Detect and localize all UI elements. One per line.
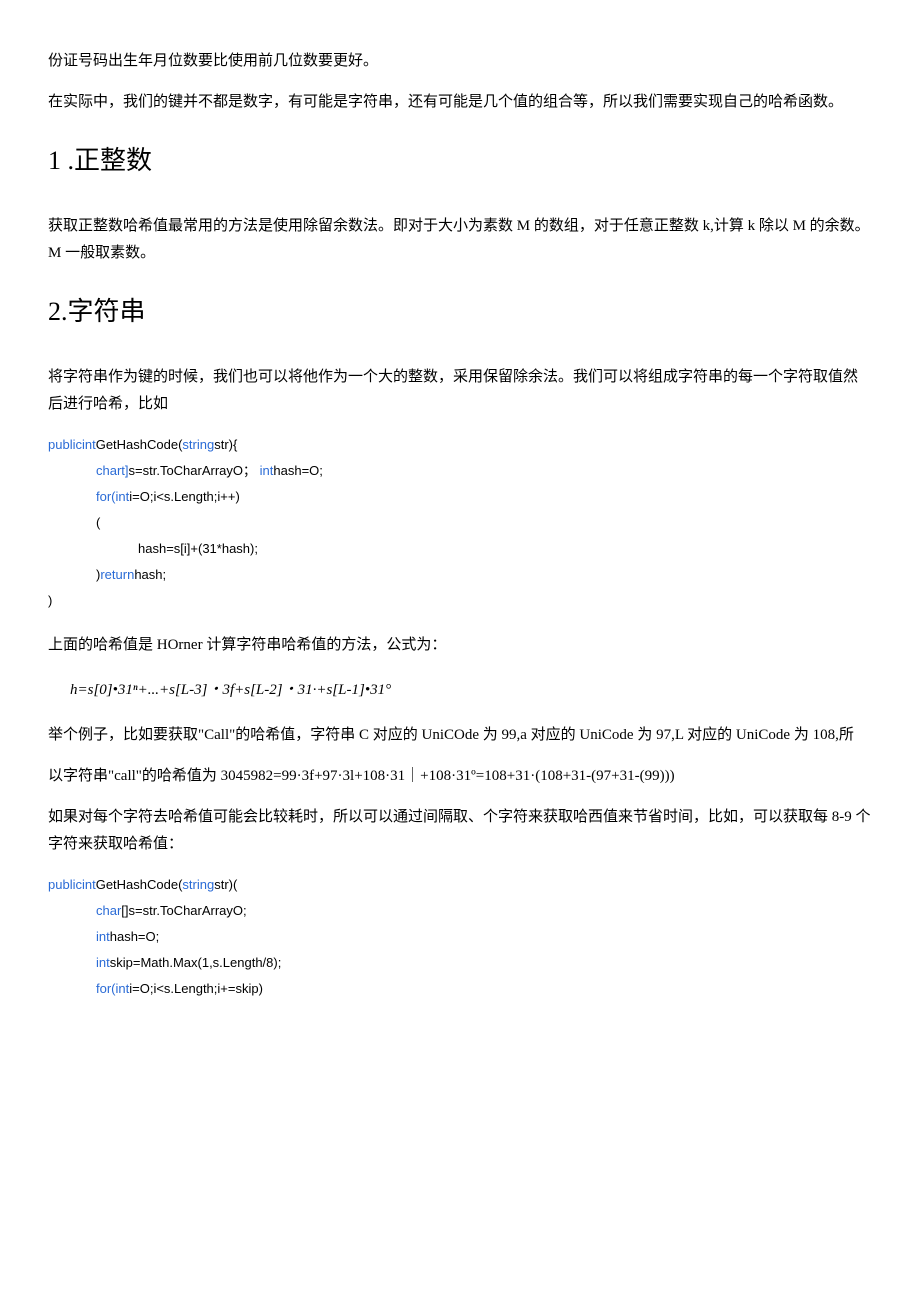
code-text: i=O;i<s.Length;i+=skip)	[129, 981, 263, 996]
formula-horner: h=s[0]•31ⁿ+...+s[L-3]・3f+s[L-2]・31·+s[L-…	[70, 677, 872, 704]
paragraph-horner: 上面的哈希值是 HOrner 计算字符串哈希值的方法，公式为：	[48, 632, 872, 659]
code-text: []s=str.ToCharArrayO;	[121, 903, 246, 918]
code-text: i=O;i<s.Length;i++)	[129, 489, 240, 504]
code-keyword: int	[260, 463, 274, 478]
code-block-1: publicintGetHashCode(stringstr){ chart]s…	[48, 432, 872, 614]
heading-section-1: 1 .正整数	[48, 138, 872, 185]
paragraph-example-2: 以字符串"call"的哈希值为 3045982=99·3f+97·3l+108·…	[48, 763, 872, 790]
paragraph-example-1: 举个例子，比如要获取"Call"的哈希值，字符串 C 对应的 UniCOde 为…	[48, 722, 872, 749]
code-keyword: chart]	[96, 463, 129, 478]
code-keyword: for(int	[96, 981, 129, 996]
code-keyword: publicint	[48, 877, 96, 892]
code-block-2: publicintGetHashCode(stringstr)( char[]s…	[48, 872, 872, 1002]
paragraph-intro-1: 份证号码出生年月位数要比使用前几位数要更好。	[48, 48, 872, 75]
code-text: GetHashCode(	[96, 877, 183, 892]
code-text: (	[96, 515, 100, 530]
code-keyword: int	[96, 955, 110, 970]
code-text: hash=O;	[273, 463, 323, 478]
code-keyword: string	[182, 437, 214, 452]
code-text: GetHashCode(	[96, 437, 183, 452]
paragraph-intro-2: 在实际中，我们的键并不都是数字，有可能是字符串，还有可能是几个值的组合等，所以我…	[48, 89, 872, 116]
code-keyword: return	[100, 567, 134, 582]
code-keyword: publicint	[48, 437, 96, 452]
paragraph-section-2-intro: 将字符串作为键的时候，我们也可以将他作为一个大的整数，采用保留除余法。我们可以将…	[48, 364, 872, 418]
code-text: str)(	[214, 877, 237, 892]
code-text: hash=s[i]+(31*hash);	[138, 541, 258, 556]
code-keyword: int	[96, 929, 110, 944]
code-keyword: string	[182, 877, 214, 892]
paragraph-skip-intro: 如果对每个字符去哈希值可能会比较耗时，所以可以通过间隔取、个字符来获取哈西值来节…	[48, 804, 872, 858]
code-text: hash=O;	[110, 929, 160, 944]
code-text: hash;	[134, 567, 166, 582]
code-text: skip=Math.Max(1,s.Length/8);	[110, 955, 282, 970]
paragraph-section-1: 获取正整数哈希值最常用的方法是使用除留余数法。即对于大小为素数 M 的数组，对于…	[48, 213, 872, 267]
code-text: )	[48, 593, 52, 608]
code-keyword: for(int	[96, 489, 129, 504]
heading-section-2: 2.字符串	[48, 289, 872, 336]
code-keyword: char	[96, 903, 121, 918]
code-text: str){	[214, 437, 237, 452]
code-text: s=str.ToCharArrayO；	[129, 463, 257, 478]
